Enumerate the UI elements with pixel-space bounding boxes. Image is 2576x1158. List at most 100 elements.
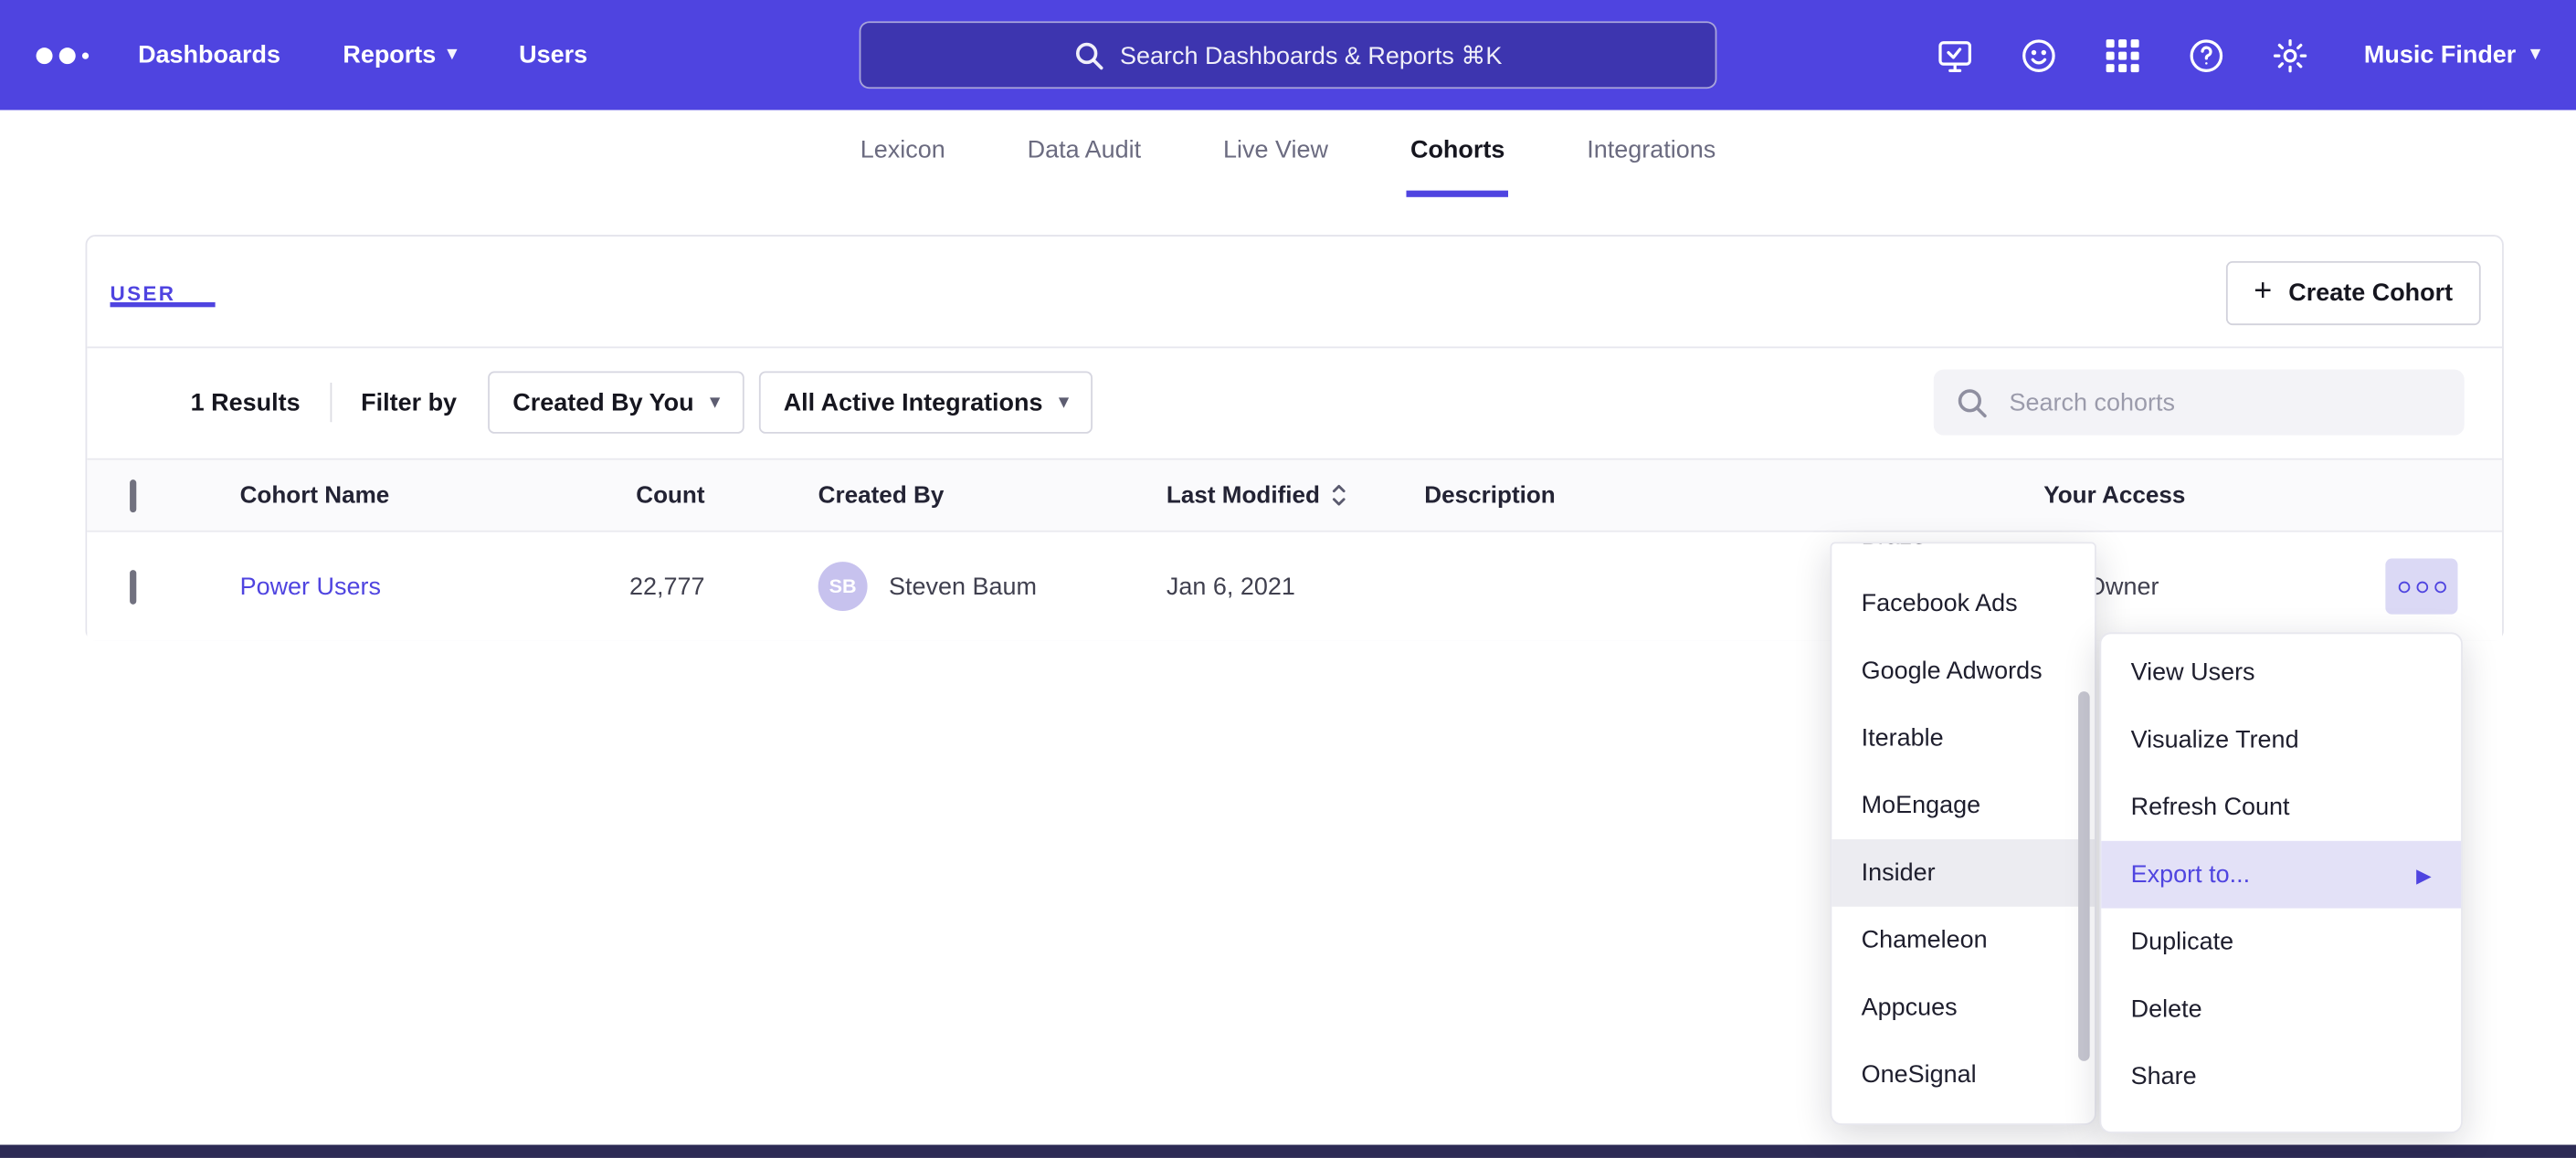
- your-access-cell: Owner: [2043, 532, 2502, 641]
- divider: [330, 383, 332, 422]
- col-created-by[interactable]: Created By: [818, 482, 1167, 509]
- table-row[interactable]: Power Users 22,777 SB Steven Baum Jan 6,…: [87, 532, 2502, 641]
- col-count[interactable]: Count: [574, 482, 818, 509]
- cohorts-panel: USER + Create Cohort 1 Results Filter by…: [86, 235, 2504, 640]
- menu-item-insider[interactable]: Insider: [1832, 839, 2095, 907]
- row-checkbox[interactable]: [130, 569, 136, 604]
- nav-item-label: Users: [519, 41, 587, 69]
- cohort-name-link[interactable]: Power Users: [240, 573, 381, 601]
- menu-item-moengage[interactable]: MoEngage: [1832, 772, 2095, 839]
- tab-label: Cohorts: [1410, 136, 1504, 164]
- help-icon[interactable]: [2187, 36, 2226, 75]
- menu-item-visualize-trend[interactable]: Visualize Trend: [2101, 706, 2461, 774]
- data-management-icon[interactable]: [1936, 36, 1975, 75]
- menu-item-facebook-ads[interactable]: Facebook Ads: [1832, 570, 2095, 637]
- nav-item-label: Reports: [343, 41, 436, 69]
- mixpanel-logo-icon[interactable]: [37, 47, 90, 63]
- active-tab-underline: [110, 302, 215, 307]
- submenu-arrow-icon: ▶: [2416, 863, 2432, 886]
- tab-live-view[interactable]: Live View: [1219, 110, 1331, 196]
- create-cohort-label: Create Cohort: [2288, 279, 2453, 308]
- nav-item-reports[interactable]: Reports ▾: [343, 41, 456, 69]
- created-by-cell: SB Steven Baum: [818, 562, 1167, 611]
- filter-label: All Active Integrations: [784, 388, 1043, 416]
- tab-lexicon[interactable]: Lexicon: [857, 110, 948, 196]
- avatar: SB: [818, 562, 868, 611]
- filter-by-label: Filter by: [361, 388, 457, 416]
- col-label: Last Modified: [1167, 482, 1320, 509]
- app-window: Dashboards Reports ▾ Users Search Dashbo…: [0, 0, 2576, 1158]
- col-cohort-name[interactable]: Cohort Name: [240, 482, 574, 509]
- search-icon: [1074, 40, 1103, 69]
- menu-item-google-adwords[interactable]: Google Adwords: [1832, 637, 2095, 705]
- select-all-checkbox[interactable]: [130, 479, 136, 511]
- apps-grid-icon[interactable]: [2103, 36, 2142, 75]
- nav-item-users[interactable]: Users: [519, 41, 587, 69]
- table-header-row: Cohort Name Count Created By Last Modifi…: [87, 458, 2502, 532]
- tab-label: Data Audit: [1028, 136, 1141, 164]
- settings-gear-icon[interactable]: [2270, 36, 2309, 75]
- bottom-strip: [0, 1145, 2576, 1158]
- tab-user-cohorts[interactable]: USER: [110, 282, 175, 305]
- export-destinations-list: Braze Facebook Ads Google Adwords Iterab…: [1832, 542, 2095, 1124]
- filter-toolbar: 1 Results Filter by Created By You ▾ All…: [87, 346, 2502, 458]
- account-name: Music Finder: [2364, 41, 2516, 69]
- dot-icon: [2433, 581, 2445, 593]
- global-search-placeholder: Search Dashboards & Reports ⌘K: [1120, 40, 1502, 69]
- chevron-down-icon: ▾: [448, 46, 457, 64]
- row-context-menu: View Users Visualize Trend Refresh Count…: [2099, 632, 2462, 1133]
- search-icon: [1957, 387, 1988, 418]
- menu-item-iterable[interactable]: Iterable: [1832, 705, 2095, 773]
- cohort-search-box[interactable]: [1934, 370, 2465, 436]
- menu-item-export-to[interactable]: Export to... ▶: [2101, 841, 2461, 909]
- menu-item-duplicate[interactable]: Duplicate: [2101, 909, 2461, 976]
- filter-label: Created By You: [512, 388, 693, 416]
- menu-item-delete[interactable]: Delete: [2101, 975, 2461, 1043]
- tab-cohorts[interactable]: Cohorts: [1407, 110, 1508, 196]
- account-menu[interactable]: Music Finder ▾: [2364, 41, 2540, 69]
- created-by-name: Steven Baum: [889, 573, 1037, 601]
- primary-nav: Dashboards Reports ▾ Users: [138, 41, 587, 69]
- menu-item-refresh-count[interactable]: Refresh Count: [2101, 774, 2461, 841]
- cohort-count: 22,777: [574, 573, 818, 601]
- section-tabs: Lexicon Data Audit Live View Cohorts Int…: [0, 110, 2576, 196]
- feedback-smiley-icon[interactable]: [2019, 36, 2058, 75]
- export-destinations-menu: Braze Facebook Ads Google Adwords Iterab…: [1830, 542, 2096, 1124]
- global-search-input[interactable]: Search Dashboards & Reports ⌘K: [860, 21, 1717, 89]
- tab-label: Lexicon: [860, 136, 945, 164]
- cohorts-panel-header: USER + Create Cohort: [87, 237, 2502, 348]
- menu-item-share[interactable]: Share: [2101, 1043, 2461, 1111]
- menu-item-onesignal[interactable]: OneSignal: [1832, 1041, 2095, 1109]
- chevron-down-icon: ▾: [1060, 394, 1069, 412]
- nav-item-label: Dashboards: [138, 41, 280, 69]
- menu-item-braze[interactable]: Braze: [1832, 542, 2095, 570]
- tab-label: Integrations: [1587, 136, 1716, 164]
- chevron-down-icon: ▾: [711, 394, 720, 412]
- dot-icon: [2398, 581, 2410, 593]
- chevron-down-icon: ▾: [2530, 46, 2539, 64]
- create-cohort-button[interactable]: + Create Cohort: [2226, 261, 2481, 325]
- col-your-access: Your Access: [2043, 482, 2502, 509]
- tab-label: Live View: [1223, 136, 1328, 164]
- tab-integrations[interactable]: Integrations: [1584, 110, 1719, 196]
- menu-scrollbar-thumb[interactable]: [2078, 691, 2090, 1061]
- sort-icon: [1332, 483, 1348, 508]
- plus-icon: +: [2254, 276, 2272, 307]
- last-modified-cell: Jan 6, 2021: [1167, 573, 1424, 601]
- menu-item-chameleon[interactable]: Chameleon: [1832, 907, 2095, 974]
- col-last-modified[interactable]: Last Modified: [1167, 482, 1424, 509]
- navbar-actions: Music Finder ▾: [1936, 36, 2540, 75]
- integrations-filter-dropdown[interactable]: All Active Integrations ▾: [759, 371, 1093, 433]
- menu-item-appcues[interactable]: Appcues: [1832, 974, 2095, 1041]
- access-value: Owner: [2086, 573, 2159, 601]
- menu-item-view-users[interactable]: View Users: [2101, 639, 2461, 707]
- nav-item-dashboards[interactable]: Dashboards: [138, 41, 280, 69]
- tab-data-audit[interactable]: Data Audit: [1024, 110, 1145, 196]
- results-count: 1 Results: [191, 388, 301, 416]
- created-by-filter-dropdown[interactable]: Created By You ▾: [488, 371, 744, 433]
- dot-icon: [2416, 581, 2428, 593]
- row-actions-kebab-button[interactable]: [2385, 558, 2457, 614]
- menu-item-label: Export to...: [2131, 860, 2250, 889]
- col-description[interactable]: Description: [1424, 482, 2043, 509]
- cohort-search-input[interactable]: [2006, 387, 2442, 418]
